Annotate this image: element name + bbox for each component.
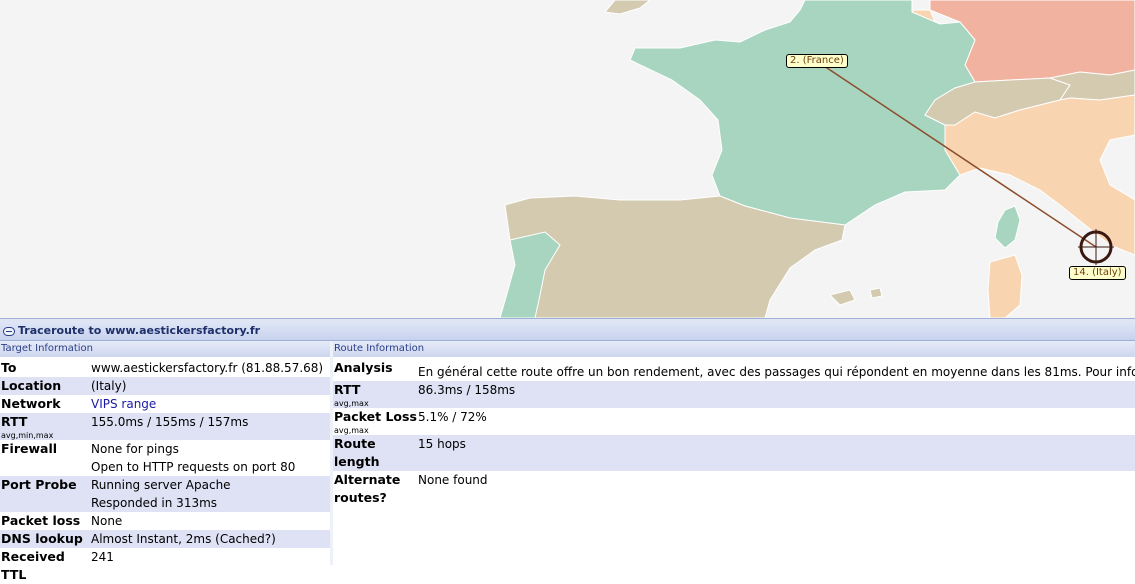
route-row-length: Route length 15 hops xyxy=(333,435,1135,471)
firewall-value-http: Open to HTTP requests on port 80 xyxy=(91,460,296,474)
dns-label: DNS lookup xyxy=(1,531,83,546)
map-view[interactable]: 2. (France) 14. (Italy) xyxy=(0,0,1135,318)
rtt-label: RTT avg,min,max xyxy=(0,413,91,440)
alternate-routes-value: None found xyxy=(418,473,488,487)
route-row-analysis: Analysis En général cette route offre un… xyxy=(333,359,1135,381)
route-length-value: 15 hops xyxy=(418,437,466,451)
target-info-header: Target Information xyxy=(0,341,330,357)
analysis-label: Analysis xyxy=(334,360,393,375)
route-rtt-label: RTT avg,max xyxy=(333,381,418,408)
network-link[interactable]: VIPS range xyxy=(91,395,156,413)
route-rtt-sublabel: avg,max xyxy=(334,399,369,408)
packet-loss-label: Packet loss xyxy=(1,513,81,528)
to-label: To xyxy=(1,360,17,375)
to-value: www.aestickersfactory.fr (81.88.57.68) xyxy=(91,361,324,375)
route-row-packet-loss: Packet Loss avg,max 5.1% / 72% xyxy=(333,408,1135,435)
target-row-ttl: Received TTL 241 xyxy=(0,548,330,584)
corsica-region xyxy=(994,205,1021,249)
target-row-firewall: Firewall None for pings Open to HTTP req… xyxy=(0,440,330,476)
panel-title-bar: Traceroute to www.aestickersfactory.fr xyxy=(0,322,1135,341)
route-packet-loss-label: Packet Loss avg,max xyxy=(333,408,418,435)
port-probe-response: Responded in 313ms xyxy=(91,496,218,510)
collapse-icon[interactable] xyxy=(3,326,15,336)
firewall-value-ping: None for pings xyxy=(91,442,179,456)
ttl-label: Received TTL xyxy=(1,549,65,582)
sardinia-region xyxy=(987,254,1023,318)
target-row-network: Network VIPS range xyxy=(0,395,330,413)
rtt-value: 155.0ms / 155ms / 157ms xyxy=(91,415,249,429)
port-probe-value: Running server Apache Responded in 313ms xyxy=(91,476,231,512)
target-row-location: Location (Italy) xyxy=(0,377,330,395)
italy-region xyxy=(944,94,1135,256)
route-info-table: Analysis En général cette route offre un… xyxy=(333,359,1135,507)
route-packet-loss-label-text: Packet Loss xyxy=(334,409,417,424)
firewall-label: Firewall xyxy=(1,441,58,456)
dns-value: Almost Instant, 2ms (Cached?) xyxy=(91,532,276,546)
uk-region xyxy=(604,0,651,15)
alternate-routes-label: Alternate routes? xyxy=(334,472,401,505)
hop-label-france[interactable]: 2. (France) xyxy=(786,54,848,68)
location-value: (Italy) xyxy=(91,379,127,393)
network-label: Network xyxy=(1,396,61,411)
packet-loss-value: None xyxy=(91,514,123,528)
route-packet-loss-value: 5.1% / 72% xyxy=(418,410,487,424)
route-length-label: Route length xyxy=(334,436,380,469)
firewall-value: None for pings Open to HTTP requests on … xyxy=(91,440,295,476)
route-row-rtt: RTT avg,max 86.3ms / 158ms xyxy=(333,381,1135,408)
route-row-alternate: Alternate routes? None found xyxy=(333,471,1135,507)
target-row-packet-loss: Packet loss None xyxy=(0,512,330,530)
location-label: Location xyxy=(1,378,62,393)
analysis-value: En général cette route offre un bon rend… xyxy=(418,365,1135,379)
port-probe-server: Running server Apache xyxy=(91,478,231,492)
target-info-table: To www.aestickersfactory.fr (81.88.57.68… xyxy=(0,359,330,584)
panel-title: Traceroute to www.aestickersfactory.fr xyxy=(18,324,261,337)
rtt-sublabel: avg,min,max xyxy=(1,431,54,440)
port-probe-label: Port Probe xyxy=(1,477,77,492)
target-row-port-probe: Port Probe Running server Apache Respond… xyxy=(0,476,330,512)
ttl-value: 241 xyxy=(91,550,114,564)
hop-label-italy[interactable]: 14. (Italy) xyxy=(1069,266,1126,280)
target-row-dns: DNS lookup Almost Instant, 2ms (Cached?) xyxy=(0,530,330,548)
rtt-label-text: RTT xyxy=(1,414,28,429)
route-rtt-label-text: RTT xyxy=(334,382,361,397)
france-region xyxy=(629,0,976,226)
target-row-to: To www.aestickersfactory.fr (81.88.57.68… xyxy=(0,359,330,377)
route-packet-loss-sublabel: avg,max xyxy=(334,426,369,435)
route-rtt-value: 86.3ms / 158ms xyxy=(418,383,516,397)
route-info-header: Route Information xyxy=(333,341,1135,357)
balearic-region xyxy=(829,289,856,306)
target-row-rtt: RTT avg,min,max 155.0ms / 155ms / 157ms xyxy=(0,413,330,440)
map-canvas xyxy=(499,0,1135,318)
balearic-region-2 xyxy=(869,287,883,299)
